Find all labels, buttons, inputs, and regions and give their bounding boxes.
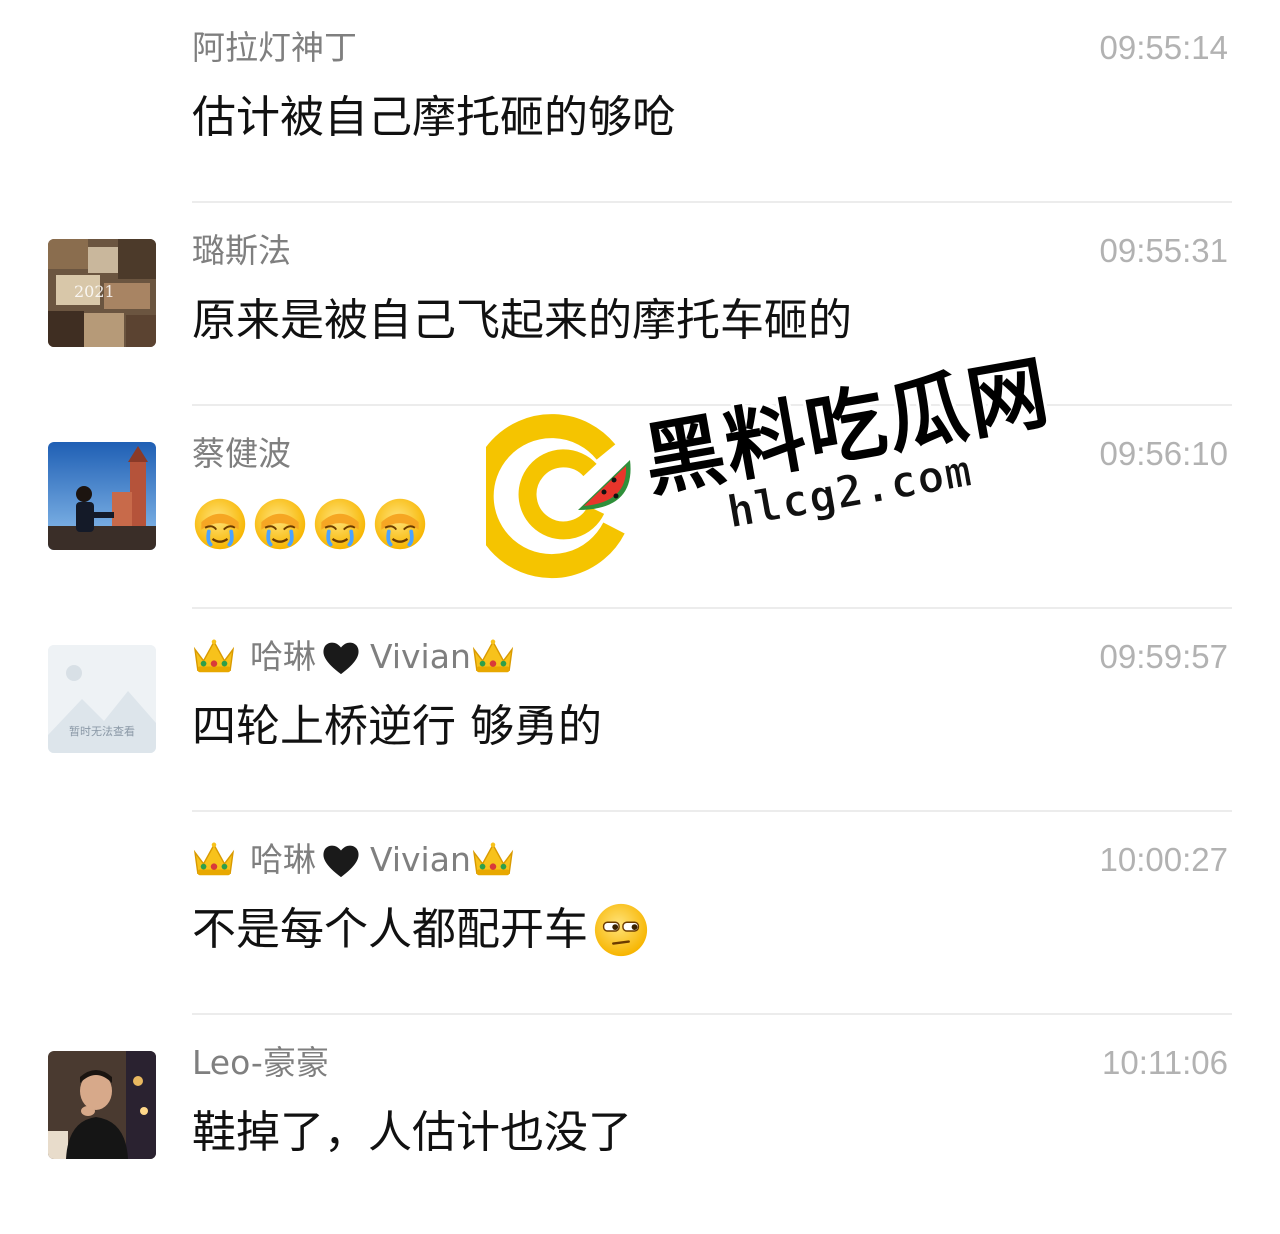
avatar[interactable]: 2021 <box>48 239 156 347</box>
avatar[interactable] <box>48 442 156 550</box>
comment-author[interactable]: 阿拉灯神丁 <box>192 26 357 70</box>
comment-item: 暂时无法查看 哈琳 Vivian 09:59:57 四轮上桥逆行 够勇的 <box>0 609 1280 812</box>
comment-text <box>192 494 432 554</box>
black-heart-icon <box>320 638 362 676</box>
comment-author[interactable]: Leo-豪豪 <box>192 1041 329 1085</box>
comment-time: 10:11:06 <box>1101 1044 1228 1081</box>
facepalm-cry-emoji-icon <box>312 496 368 552</box>
author-name-suffix: Vivian <box>370 637 471 676</box>
comment-text: 四轮上桥逆行 够勇的 <box>192 701 602 752</box>
comment-text: 原来是被自己飞起来的摩托车砸的 <box>192 295 852 346</box>
comment-text-content: 不是每个人都配开车 <box>192 904 588 955</box>
comment-text: 不是每个人都配开车 <box>192 900 650 960</box>
comment-author[interactable]: 哈琳 Vivian <box>192 838 515 882</box>
facepalm-cry-emoji-icon <box>252 496 308 552</box>
crown-icon <box>471 841 515 879</box>
crown-icon <box>192 638 236 676</box>
comment-text: 估计被自己摩托砸的够呛 <box>192 92 676 143</box>
avatar[interactable] <box>48 1051 156 1159</box>
comment-item: 哈琳 Vivian 10:00:27 不是每个人都配开车 <box>0 812 1280 1015</box>
side-eye-emoji-icon <box>592 901 650 959</box>
comment-time: 09:56:10 <box>1099 435 1228 472</box>
author-name-suffix: Vivian <box>370 840 471 879</box>
comment-time: 09:55:14 <box>1099 29 1228 66</box>
comment-item: Leo-豪豪 10:11:06 鞋掉了，人估计也没了 <box>0 1015 1280 1218</box>
comment-text: 鞋掉了，人估计也没了 <box>192 1107 632 1158</box>
facepalm-cry-emoji-icon <box>372 496 428 552</box>
comment-time: 09:55:31 <box>1099 232 1228 269</box>
black-heart-icon <box>320 841 362 879</box>
avatar-placeholder-text: 暂时无法查看 <box>69 725 135 738</box>
author-name-main: 哈琳 <box>250 840 316 879</box>
crown-icon <box>192 841 236 879</box>
comment-time: 10:00:27 <box>1099 841 1228 878</box>
comment-author[interactable]: 哈琳 Vivian <box>192 635 515 679</box>
comment-author[interactable]: 蔡健波 <box>192 432 291 476</box>
avatar-placeholder[interactable]: 暂时无法查看 <box>48 645 156 753</box>
svg-text:2021: 2021 <box>74 282 115 301</box>
comment-author[interactable]: 璐斯法 <box>192 229 291 273</box>
facepalm-cry-emoji-icon <box>192 496 248 552</box>
comment-item: 阿拉灯神丁 09:55:14 估计被自己摩托砸的够呛 <box>0 0 1280 203</box>
comment-time: 09:59:57 <box>1099 638 1228 675</box>
crown-icon <box>471 638 515 676</box>
author-name-main: 哈琳 <box>250 637 316 676</box>
